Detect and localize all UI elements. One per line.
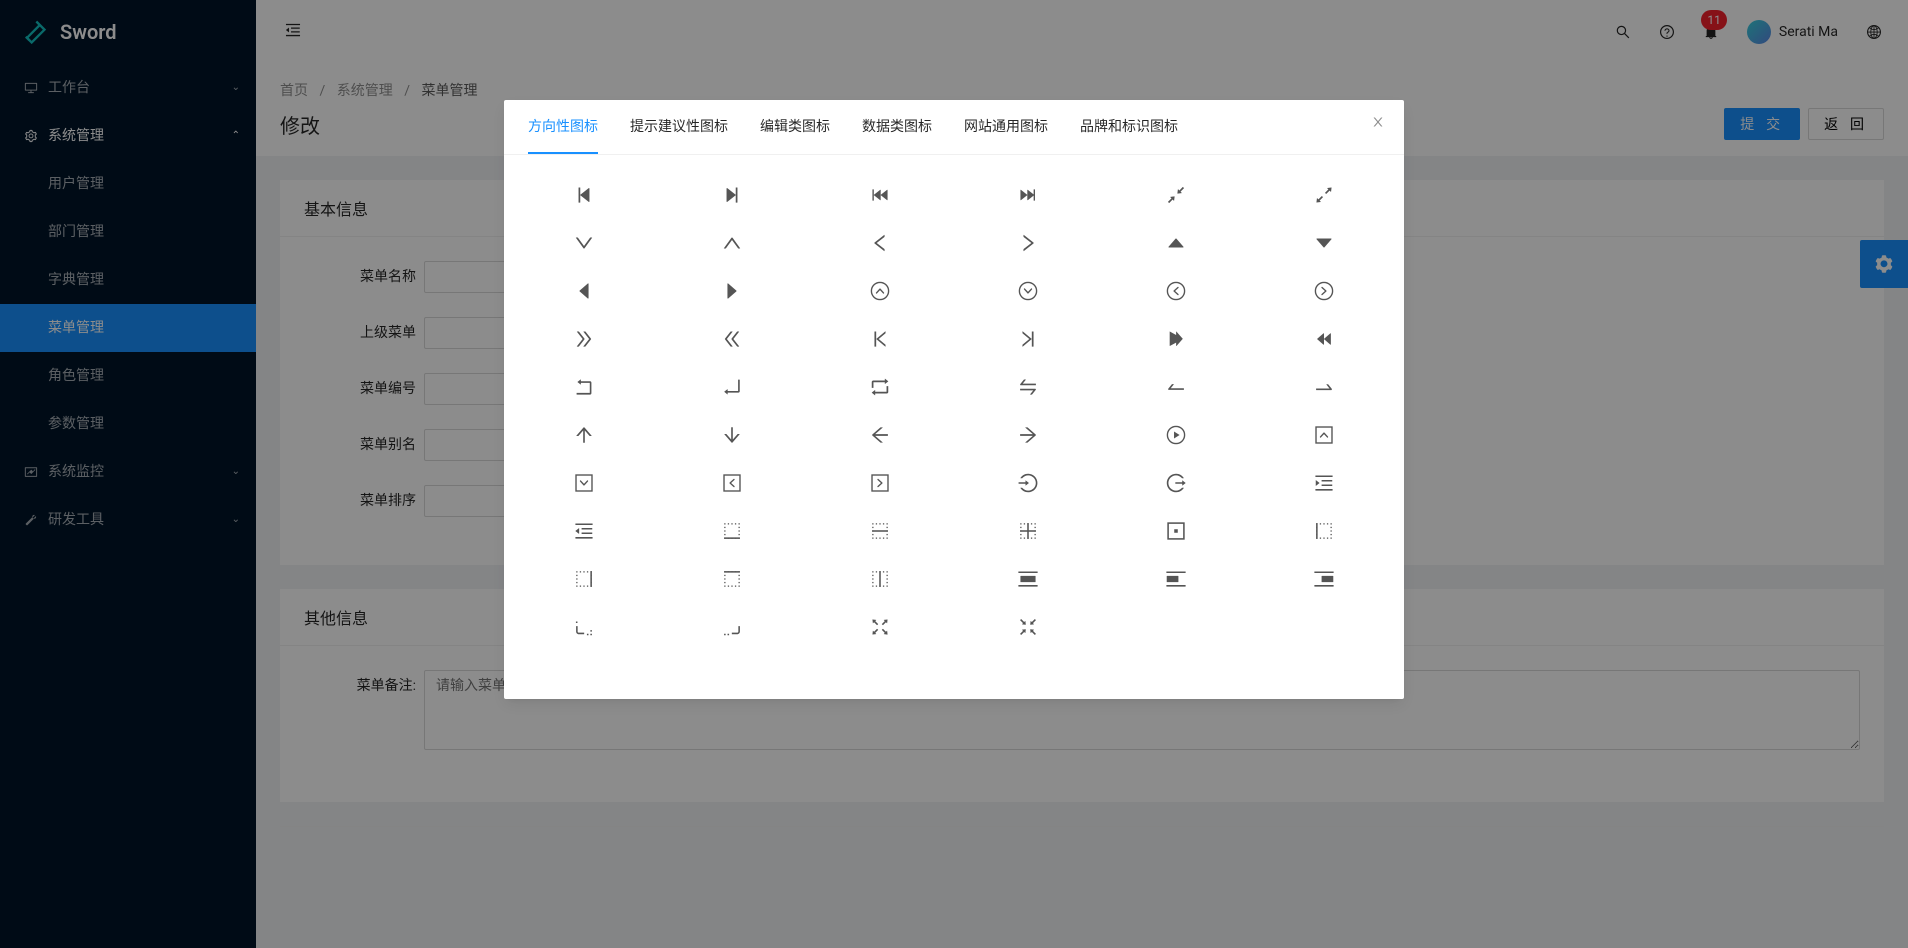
border-verticle-icon[interactable] [840, 563, 920, 595]
down-circle-icon[interactable] [988, 275, 1068, 307]
double-right-icon[interactable] [544, 323, 624, 355]
retweet-icon[interactable] [840, 371, 920, 403]
tab-suggested[interactable]: 提示建议性图标 [630, 100, 728, 154]
tab-data[interactable]: 数据类图标 [862, 100, 932, 154]
swap-left-icon[interactable] [1136, 371, 1216, 403]
login-icon[interactable] [988, 467, 1068, 499]
radius-bottomleft-icon[interactable] [544, 611, 624, 643]
tab-editor[interactable]: 编辑类图标 [760, 100, 830, 154]
left-icon[interactable] [840, 227, 920, 259]
caret-up-icon[interactable] [1136, 227, 1216, 259]
left-square-icon[interactable] [692, 467, 772, 499]
menu-fold-icon[interactable] [1284, 467, 1364, 499]
right-circle-icon[interactable] [1284, 275, 1364, 307]
pic-center-icon[interactable] [988, 563, 1068, 595]
pic-right-icon[interactable] [1284, 563, 1364, 595]
border-right-icon[interactable] [544, 563, 624, 595]
right-icon[interactable] [988, 227, 1068, 259]
modal-tabs: 方向性图标 提示建议性图标 编辑类图标 数据类图标 网站通用图标 品牌和标识图标 [504, 100, 1404, 155]
down-square-icon[interactable] [544, 467, 624, 499]
shrink-icon[interactable] [1136, 179, 1216, 211]
fullscreen-icon[interactable] [840, 611, 920, 643]
double-left-icon[interactable] [692, 323, 772, 355]
swap-right-icon[interactable] [1284, 371, 1364, 403]
vertical-left-icon[interactable] [988, 323, 1068, 355]
step-forward-icon[interactable] [692, 179, 772, 211]
border-inner-icon[interactable] [988, 515, 1068, 547]
fullscreen-exit-icon[interactable] [988, 611, 1068, 643]
menu-unfold-icon[interactable] [544, 515, 624, 547]
up-square-icon[interactable] [1284, 419, 1364, 451]
enter-icon[interactable] [692, 371, 772, 403]
forward-icon[interactable] [1136, 323, 1216, 355]
play-circle-icon[interactable] [1136, 419, 1216, 451]
border-bottom-icon[interactable] [692, 515, 772, 547]
icon-grid [504, 155, 1404, 699]
rollback-icon[interactable] [544, 371, 624, 403]
caret-down-icon[interactable] [1284, 227, 1364, 259]
icon-picker-modal: 方向性图标 提示建议性图标 编辑类图标 数据类图标 网站通用图标 品牌和标识图标 [504, 100, 1404, 699]
border-outer-icon[interactable] [1136, 515, 1216, 547]
fast-backward-icon[interactable] [840, 179, 920, 211]
step-backward-icon[interactable] [544, 179, 624, 211]
arrow-up-icon[interactable] [544, 419, 624, 451]
arrow-left-icon[interactable] [840, 419, 920, 451]
tab-directional[interactable]: 方向性图标 [528, 100, 598, 154]
caret-right-icon[interactable] [692, 275, 772, 307]
tab-web[interactable]: 网站通用图标 [964, 100, 1048, 154]
arrows-alt-icon[interactable] [1284, 179, 1364, 211]
fast-forward-icon[interactable] [988, 179, 1068, 211]
border-left-icon[interactable] [1284, 515, 1364, 547]
left-circle-icon[interactable] [1136, 275, 1216, 307]
backward-icon[interactable] [1284, 323, 1364, 355]
down-icon[interactable] [544, 227, 624, 259]
border-top-icon[interactable] [692, 563, 772, 595]
right-square-icon[interactable] [840, 467, 920, 499]
border-horizontal-icon[interactable] [840, 515, 920, 547]
vertical-right-icon[interactable] [840, 323, 920, 355]
arrow-right-icon[interactable] [988, 419, 1068, 451]
up-icon[interactable] [692, 227, 772, 259]
up-circle-icon[interactable] [840, 275, 920, 307]
swap-icon[interactable] [988, 371, 1068, 403]
caret-left-icon[interactable] [544, 275, 624, 307]
logout-icon[interactable] [1136, 467, 1216, 499]
arrow-down-icon[interactable] [692, 419, 772, 451]
pic-left-icon[interactable] [1136, 563, 1216, 595]
close-icon[interactable] [1368, 112, 1388, 132]
tab-brand[interactable]: 品牌和标识图标 [1080, 100, 1178, 154]
radius-bottomright-icon[interactable] [692, 611, 772, 643]
